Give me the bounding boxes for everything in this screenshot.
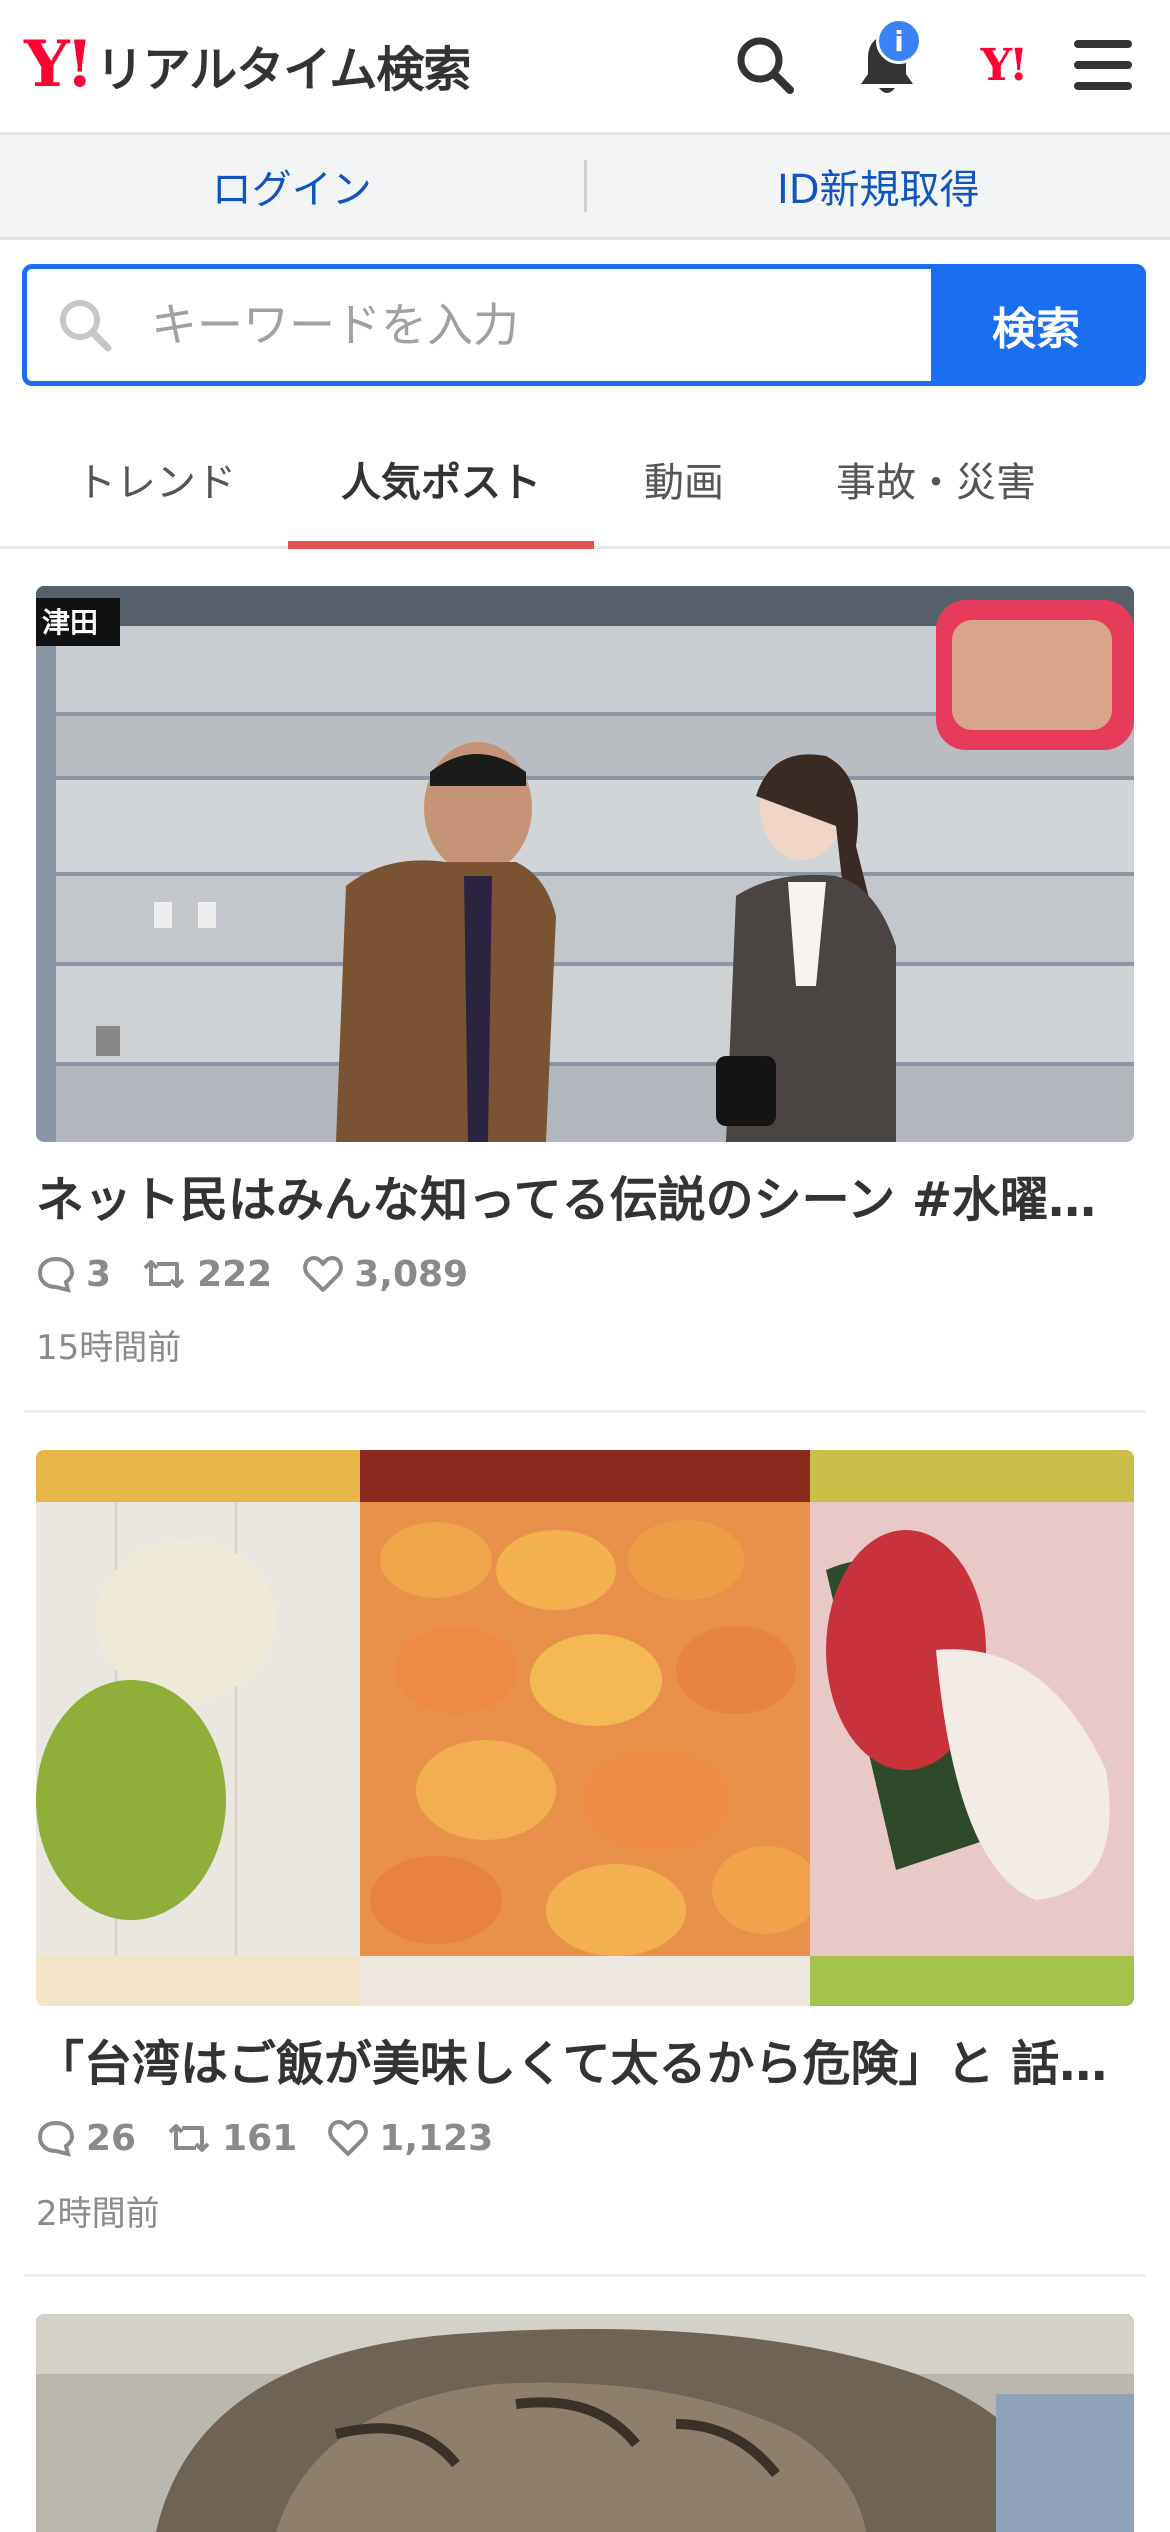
login-link[interactable]: ログイン — [0, 157, 584, 215]
search-field-icon — [57, 297, 127, 353]
yahoo-realtime-logo[interactable]: Y! リアルタイム検索 — [24, 27, 472, 102]
post-stats: 3 222 3,089 — [36, 1244, 498, 1304]
notification-badge: i — [876, 18, 922, 64]
svg-text:津田: 津田 — [42, 606, 98, 639]
notification-bell-icon[interactable]: i — [852, 18, 922, 100]
repost-stat[interactable]: 161 — [166, 2118, 297, 2159]
post-divider — [24, 2274, 1146, 2277]
repost-count: 222 — [197, 1253, 273, 1295]
search-field[interactable] — [27, 269, 931, 381]
post-timestamp: 2時間前 — [36, 2194, 160, 2234]
yahoo-logo-mark: Y! — [24, 27, 94, 102]
post-timestamp: 15時間前 — [36, 1328, 182, 1368]
account-bar: ログイン ID新規取得 — [0, 135, 1170, 240]
search-box: 検索 — [22, 264, 1146, 386]
tab-accident-disaster[interactable]: 事故・災害 — [786, 412, 1086, 546]
repost-count: 161 — [222, 2117, 298, 2159]
yahoo-top-link[interactable]: Y! — [968, 30, 1038, 100]
yahoo-mark: Y! — [980, 39, 1029, 91]
reply-stat[interactable]: 26 — [36, 2118, 136, 2159]
repost-stat[interactable]: 222 — [141, 1254, 272, 1295]
like-stat[interactable]: 1,123 — [327, 2118, 493, 2159]
post-stats: 26 161 1,123 — [36, 2108, 523, 2168]
like-stat[interactable]: 3,089 — [302, 1254, 468, 1295]
post-image-tv-scene[interactable]: 津田 — [36, 586, 1134, 1142]
service-name: リアルタイム検索 — [95, 42, 472, 98]
app-header: Y! リアルタイム検索 i Y! — [0, 0, 1170, 135]
reply-count: 26 — [86, 2117, 137, 2159]
like-count: 1,123 — [379, 2117, 494, 2159]
reply-stat[interactable]: 3 — [36, 1254, 111, 1295]
repost-icon — [168, 2124, 210, 2152]
post-divider — [24, 1410, 1146, 1413]
reply-count: 3 — [86, 1253, 112, 1295]
post-image-tropical-fruits[interactable] — [36, 1450, 1134, 2006]
post-title[interactable]: 「台湾はご飯が美味しくて太るから危険」と 話題に — [36, 2030, 1134, 2098]
reply-icon — [37, 1256, 75, 1293]
heart-icon — [303, 1256, 344, 1292]
heart-icon — [328, 2120, 369, 2156]
tab-video[interactable]: 動画 — [606, 412, 762, 546]
search-button[interactable]: 検索 — [931, 269, 1141, 381]
register-link[interactable]: ID新規取得 — [587, 157, 1170, 215]
like-count: 3,089 — [354, 1253, 469, 1295]
search-icon[interactable] — [730, 30, 800, 100]
repost-icon — [143, 1260, 185, 1288]
category-tabs: トレンド 人気ポスト 動画 事故・災害 — [0, 412, 1170, 549]
reply-icon — [37, 2120, 75, 2157]
post-title[interactable]: ネット民はみんな知ってる伝説のシーン #水曜日のダウンタウン — [36, 1166, 1134, 1234]
tab-popular-posts[interactable]: 人気ポスト — [288, 412, 594, 549]
search-input[interactable] — [149, 297, 853, 353]
post-image-cat[interactable] — [36, 2314, 1134, 2532]
menu-icon[interactable] — [1068, 30, 1138, 100]
tab-trend[interactable]: トレンド — [36, 412, 276, 546]
